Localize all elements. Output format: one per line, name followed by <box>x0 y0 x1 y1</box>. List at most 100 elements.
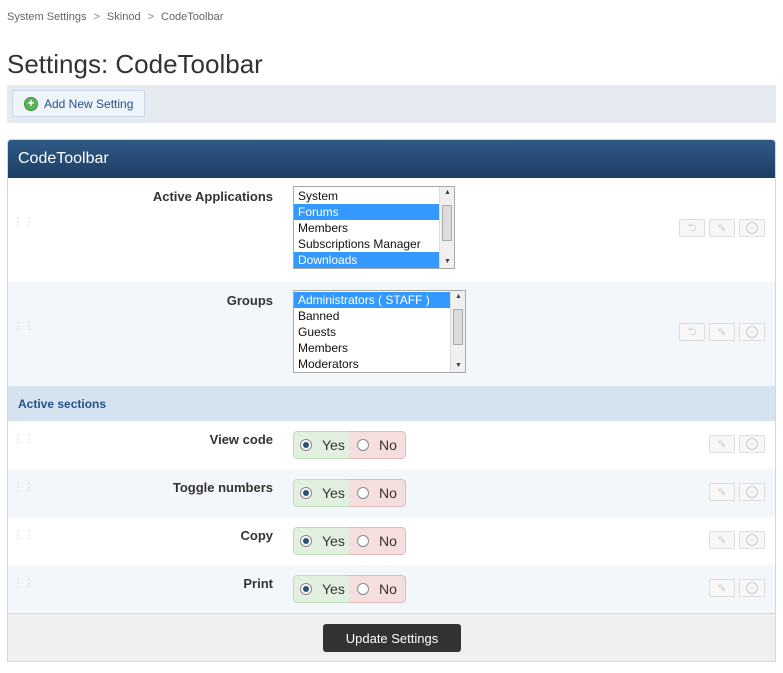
breadcrumb-codetoolbar[interactable]: CodeToolbar <box>161 11 223 23</box>
breadcrumb-skinod[interactable]: Skinod <box>107 11 141 23</box>
row-actions: ✎ − <box>705 435 765 453</box>
breadcrumb: System Settings > Skinod > CodeToolbar <box>7 11 223 23</box>
row-actions: ✎ − <box>705 531 765 549</box>
yes-no-toggle: Yes No <box>293 527 406 555</box>
group-option[interactable]: Guests <box>294 324 465 340</box>
row-actions: ⮌ ✎ − <box>675 219 765 237</box>
yes-label: Yes <box>322 485 345 501</box>
no-radio[interactable] <box>357 535 369 547</box>
application-option[interactable]: Downloads <box>294 252 454 268</box>
setting-label-active-applications: Active Applications <box>152 189 273 204</box>
yes-radio[interactable] <box>300 439 312 451</box>
setting-label: Toggle numbers <box>172 480 273 495</box>
application-option[interactable]: Subscriptions Manager <box>294 236 454 252</box>
group-option[interactable]: Administrators ( STAFF ) <box>294 292 465 308</box>
delete-icon[interactable]: − <box>739 219 765 237</box>
edit-pencil-icon[interactable]: ✎ <box>709 579 735 597</box>
no-label: No <box>379 485 397 501</box>
drag-handle-icon[interactable]: ⋮⋮ <box>13 322 34 339</box>
setting-row-active-applications: ⋮⋮ Active Applications System Forums Membe… <box>8 178 775 282</box>
yes-label: Yes <box>322 533 345 549</box>
edit-pencil-icon[interactable]: ✎ <box>709 435 735 453</box>
scroll-down-icon[interactable]: ▼ <box>451 360 465 372</box>
breadcrumb-separator: > <box>93 11 100 23</box>
scroll-thumb[interactable] <box>453 309 463 345</box>
breadcrumb-system-settings[interactable]: System Settings <box>7 11 86 23</box>
application-option[interactable]: Forums <box>294 204 454 220</box>
listbox-scrollbar[interactable]: ▲ ▼ <box>450 291 465 372</box>
yes-no-toggle: Yes No <box>293 431 406 459</box>
setting-row-toggle: ⋮⋮ Copy Yes No ✎ − <box>8 517 775 565</box>
no-radio[interactable] <box>357 583 369 595</box>
active-applications-select[interactable]: System Forums Members Subscriptions Manager… <box>293 186 455 269</box>
setting-row-toggle: ⋮⋮ Print Yes No ✎ − <box>8 565 775 613</box>
yes-radio[interactable] <box>300 583 312 595</box>
yes-option[interactable]: Yes <box>293 575 349 603</box>
delete-icon[interactable]: − <box>739 435 765 453</box>
yes-option[interactable]: Yes <box>293 527 349 555</box>
add-new-setting-label: Add New Setting <box>44 96 134 111</box>
drag-handle-icon[interactable]: ⋮⋮ <box>13 579 34 596</box>
scroll-thumb[interactable] <box>442 205 452 241</box>
listbox-scrollbar[interactable]: ▲ ▼ <box>439 187 454 268</box>
yes-option[interactable]: Yes <box>293 479 349 507</box>
delete-icon[interactable]: − <box>739 483 765 501</box>
groups-select[interactable]: Administrators ( STAFF ) Banned Guests Memb… <box>293 290 466 373</box>
no-option[interactable]: No <box>349 575 406 603</box>
revert-icon[interactable]: ⮌ <box>679 219 705 237</box>
group-option[interactable]: Banned <box>294 308 465 324</box>
setting-label-groups: Groups <box>226 293 273 308</box>
edit-pencil-icon[interactable]: ✎ <box>709 531 735 549</box>
yes-label: Yes <box>322 581 345 597</box>
row-actions: ✎ − <box>705 483 765 501</box>
drag-handle-icon[interactable]: ⋮⋮ <box>13 483 34 500</box>
add-icon: + <box>24 96 38 111</box>
drag-handle-icon[interactable]: ⋮⋮ <box>13 531 34 548</box>
delete-icon[interactable]: − <box>739 531 765 549</box>
application-option[interactable]: System <box>294 188 454 204</box>
no-option[interactable]: No <box>349 431 406 459</box>
scroll-down-icon[interactable]: ▼ <box>440 256 454 268</box>
no-option[interactable]: No <box>349 479 406 507</box>
row-actions: ✎ − <box>705 579 765 597</box>
yes-no-toggle: Yes No <box>293 575 406 603</box>
revert-icon[interactable]: ⮌ <box>679 323 705 341</box>
setting-row-groups: ⋮⋮ Groups Administrators ( STAFF ) Banned… <box>8 282 775 386</box>
setting-row-toggle: ⋮⋮ View code Yes No ✎ − <box>8 421 775 469</box>
settings-panel: CodeToolbar ⋮⋮ Active Applications Syste… <box>7 139 776 662</box>
no-label: No <box>379 533 397 549</box>
drag-handle-icon[interactable]: ⋮⋮ <box>13 435 34 452</box>
yes-option[interactable]: Yes <box>293 431 349 459</box>
scroll-up-icon[interactable]: ▲ <box>440 187 454 199</box>
delete-icon[interactable]: − <box>739 579 765 597</box>
setting-label: Print <box>243 576 273 591</box>
no-radio[interactable] <box>357 439 369 451</box>
update-settings-button[interactable]: Update Settings <box>323 624 461 652</box>
form-footer: Update Settings <box>8 613 775 661</box>
page-title: Settings: CodeToolbar <box>7 49 263 79</box>
edit-pencil-icon[interactable]: ✎ <box>709 219 735 237</box>
setting-row-toggle: ⋮⋮ Toggle numbers Yes No ✎ − <box>8 469 775 517</box>
no-option[interactable]: No <box>349 527 406 555</box>
no-label: No <box>379 581 397 597</box>
no-label: No <box>379 437 397 453</box>
yes-radio[interactable] <box>300 535 312 547</box>
row-actions: ⮌ ✎ − <box>675 323 765 341</box>
breadcrumb-separator: > <box>147 11 154 23</box>
yes-radio[interactable] <box>300 487 312 499</box>
section-title-active-sections: Active sections <box>8 386 775 421</box>
edit-pencil-icon[interactable]: ✎ <box>709 483 735 501</box>
no-radio[interactable] <box>357 487 369 499</box>
application-option[interactable]: Members <box>294 220 454 236</box>
add-new-setting-button[interactable]: + Add New Setting <box>12 90 145 117</box>
settings-toolbar: + Add New Setting <box>7 85 776 123</box>
drag-handle-icon[interactable]: ⋮⋮ <box>13 218 34 235</box>
group-option[interactable]: Moderators <box>294 356 465 372</box>
panel-title: CodeToolbar <box>8 140 775 178</box>
delete-icon[interactable]: − <box>739 323 765 341</box>
group-option[interactable]: Members <box>294 340 465 356</box>
edit-pencil-icon[interactable]: ✎ <box>709 323 735 341</box>
setting-label: Copy <box>240 528 274 543</box>
setting-label: View code <box>209 432 273 447</box>
scroll-up-icon[interactable]: ▲ <box>451 291 465 303</box>
